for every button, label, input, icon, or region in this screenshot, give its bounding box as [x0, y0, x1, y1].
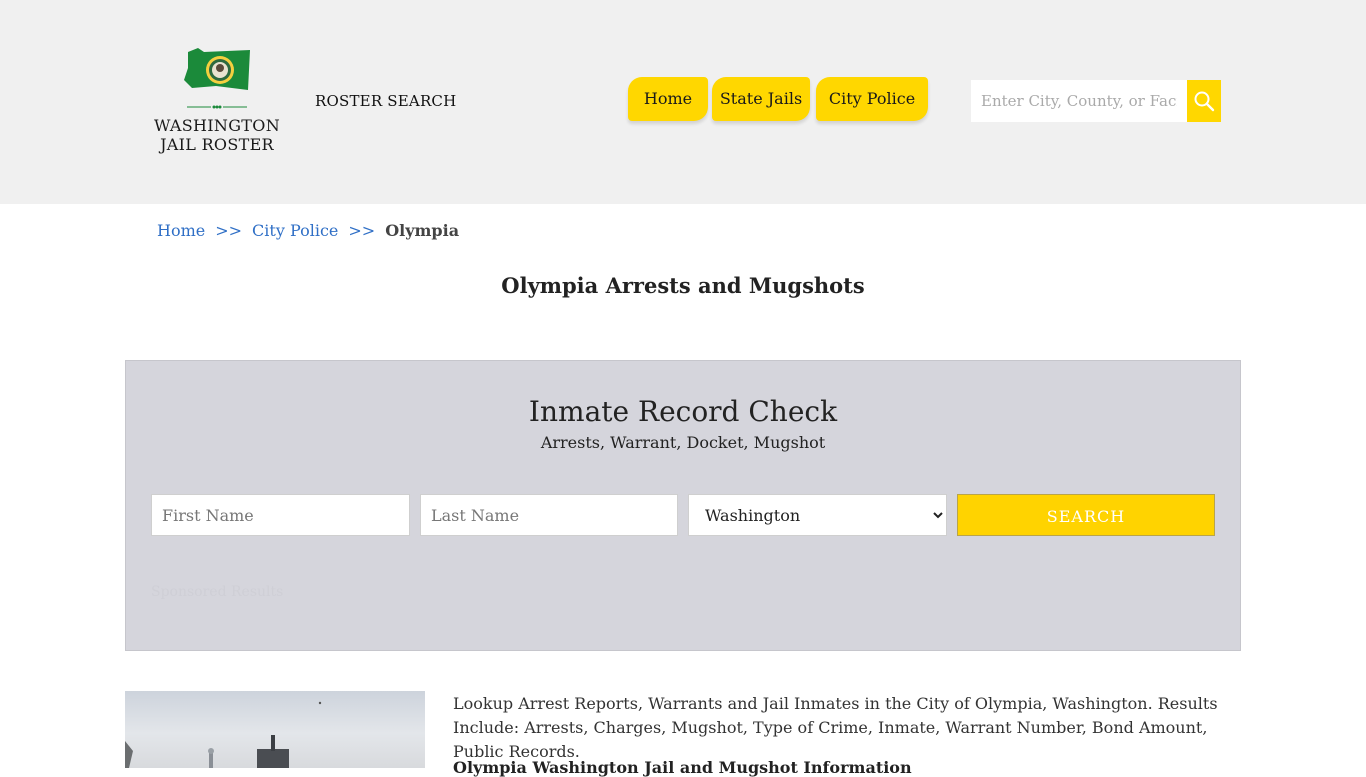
search-icon — [1194, 91, 1215, 112]
breadcrumb-current: Olympia — [385, 221, 460, 240]
breadcrumb: Home >> City Police >> Olympia — [157, 221, 459, 240]
record-search-button[interactable]: SEARCH — [957, 494, 1215, 536]
site-logo[interactable]: WASHINGTON JAIL ROSTER — [148, 46, 286, 158]
logo-line-2: JAIL ROSTER — [160, 135, 274, 154]
intro-paragraph: Lookup Arrest Reports, Warrants and Jail… — [453, 694, 1218, 761]
record-check-subtitle: Arrests, Warrant, Docket, Mugshot — [540, 433, 826, 452]
logo-divider-icon — [187, 105, 247, 109]
logo-text: WASHINGTON JAIL ROSTER — [148, 116, 286, 154]
site-header: WASHINGTON JAIL ROSTER ROSTER SEARCH Hom… — [0, 0, 1366, 204]
city-skyline-image — [125, 701, 322, 768]
breadcrumb-separator: >> — [215, 221, 243, 240]
breadcrumb-home[interactable]: Home — [157, 221, 205, 240]
breadcrumb-separator: >> — [348, 221, 376, 240]
sponsored-results-label: Sponsored Results — [151, 584, 284, 600]
breadcrumb-city-police[interactable]: City Police — [252, 221, 338, 240]
nav-state-jails[interactable]: State Jails — [712, 77, 810, 121]
roster-search-link[interactable]: ROSTER SEARCH — [315, 92, 456, 110]
nav-city-police[interactable]: City Police — [816, 77, 928, 121]
site-search-button[interactable] — [1187, 80, 1221, 122]
site-search-input[interactable] — [971, 80, 1187, 122]
last-name-input[interactable] — [420, 494, 678, 536]
inmate-record-check-panel: Inmate Record Check Arrests, Warrant, Do… — [125, 360, 1241, 651]
washington-map-icon — [184, 48, 250, 90]
first-name-input[interactable] — [151, 494, 410, 536]
page-title: Olympia Arrests and Mugshots — [501, 273, 865, 298]
logo-line-1: WASHINGTON — [153, 116, 280, 135]
olympia-city-photo — [125, 691, 425, 768]
state-select[interactable]: Washington — [688, 494, 947, 536]
record-check-title: Inmate Record Check — [528, 395, 838, 428]
nav-home[interactable]: Home — [628, 77, 708, 121]
